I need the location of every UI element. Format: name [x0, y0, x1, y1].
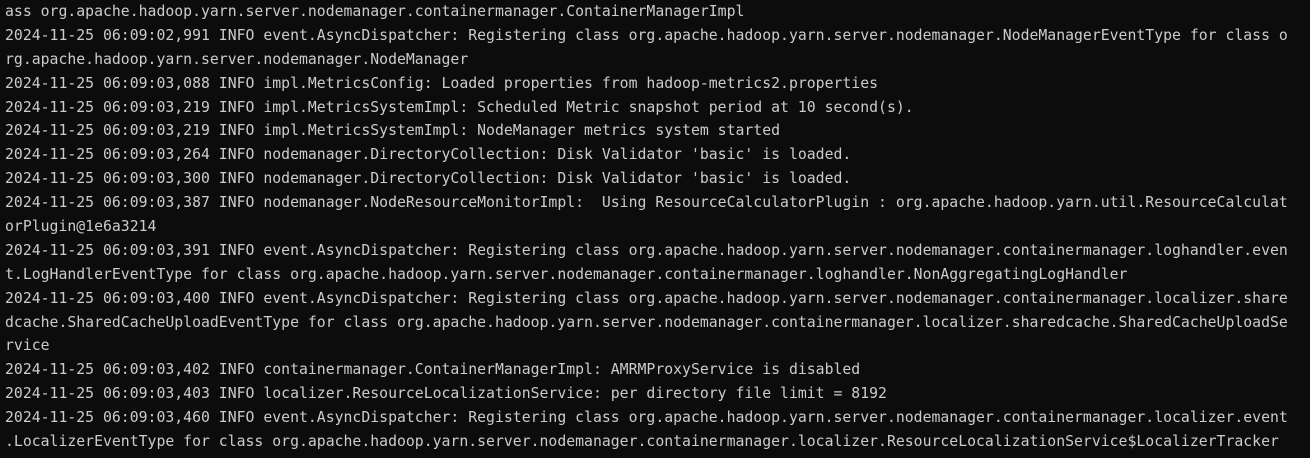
log-line: ass org.apache.hadoop.yarn.server.nodema…: [5, 3, 745, 20]
log-line: orPlugin@1e6a3214: [5, 218, 157, 236]
log-line: 2024-11-25 06:09:03,403 INFO localizer.R…: [5, 385, 887, 403]
log-line: dcache.SharedCacheUploadEventType for cl…: [5, 313, 1288, 331]
log-line: 2024-11-25 06:09:03,219 INFO impl.Metric…: [5, 98, 914, 116]
log-line: 2024-11-25 06:09:03,460 INFO event.Async…: [5, 409, 1288, 427]
log-line: 2024-11-25 06:09:03,219 INFO impl.Metric…: [5, 122, 781, 140]
log-line: 2024-11-25 06:09:03,264 INFO nodemanager…: [5, 146, 852, 164]
terminal-output[interactable]: ass org.apache.hadoop.yarn.server.nodema…: [0, 0, 1310, 458]
log-line: 2024-11-25 06:09:03,402 INFO containerma…: [5, 361, 861, 379]
log-line: 2024-11-25 06:09:03,400 INFO event.Async…: [5, 289, 1288, 307]
log-line: 2024-11-25 06:09:03,088 INFO impl.Metric…: [5, 74, 879, 92]
log-line: 2024-11-25 06:09:03,387 INFO nodemanager…: [5, 194, 1288, 212]
log-line: rvice: [5, 337, 50, 355]
log-line: 2024-11-25 06:09:03,391 INFO event.Async…: [5, 241, 1288, 259]
log-line: 2024-11-25 06:09:02,991 INFO event.Async…: [5, 26, 1288, 44]
log-line: .LocalizerEventType for class org.apache…: [5, 433, 1279, 451]
log-line: 2024-11-25 06:09:03,300 INFO nodemanager…: [5, 170, 852, 188]
log-line: t.LogHandlerEventType for class org.apac…: [5, 265, 1128, 283]
log-line: rg.apache.hadoop.yarn.server.nodemanager…: [5, 50, 469, 68]
